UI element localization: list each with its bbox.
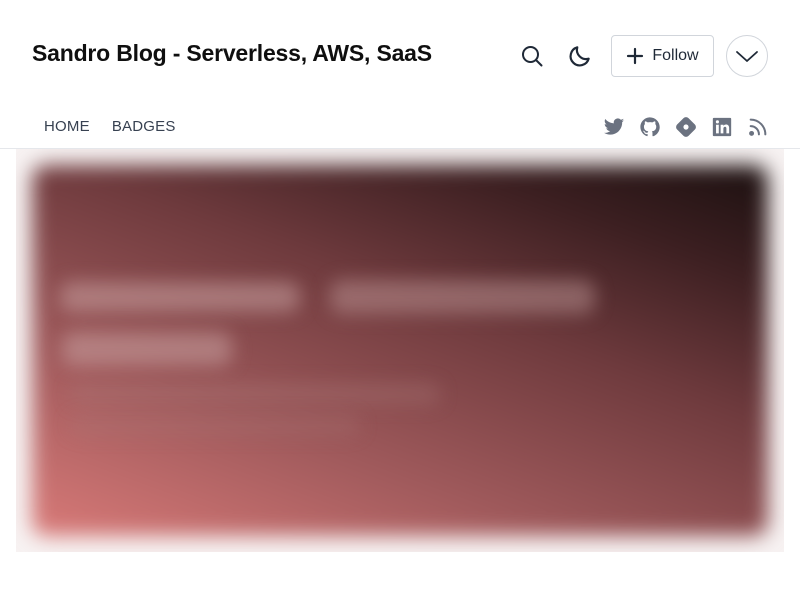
nav-links: HOME BADGES — [44, 118, 198, 135]
header-actions: Follow — [505, 35, 768, 77]
chevron-down-icon — [736, 51, 758, 62]
rss-icon — [749, 118, 767, 136]
linkedin-link[interactable] — [710, 115, 734, 139]
search-icon — [522, 46, 543, 67]
blurred-cover-text — [62, 332, 232, 366]
rss-link[interactable] — [746, 115, 770, 139]
nav-bar: HOME BADGES — [0, 104, 800, 149]
twitter-link[interactable] — [602, 115, 626, 139]
nav-link-home[interactable]: HOME — [44, 118, 90, 135]
blurred-cover-text — [330, 280, 595, 314]
follow-label: Follow — [652, 47, 699, 64]
hashnode-icon — [676, 117, 696, 137]
hashnode-link[interactable] — [674, 115, 698, 139]
linkedin-icon — [712, 117, 732, 137]
twitter-icon — [603, 118, 625, 135]
search-button[interactable] — [511, 35, 553, 77]
blurred-cover-text — [70, 384, 440, 404]
plus-icon — [626, 47, 644, 65]
blurred-cover-text — [70, 416, 360, 434]
site-header: Sandro Blog - Serverless, AWS, SaaS Foll… — [0, 0, 800, 112]
github-link[interactable] — [638, 115, 662, 139]
theme-toggle-button[interactable] — [559, 35, 601, 77]
github-icon — [640, 117, 660, 137]
nav-link-badges[interactable]: BADGES — [112, 118, 176, 135]
social-links — [590, 115, 770, 139]
menu-toggle-button[interactable] — [726, 35, 768, 77]
blurred-cover-text — [60, 282, 300, 312]
blog-title[interactable]: Sandro Blog - Serverless, AWS, SaaS — [32, 40, 432, 67]
follow-button[interactable]: Follow — [611, 35, 714, 77]
moon-icon — [569, 46, 590, 67]
